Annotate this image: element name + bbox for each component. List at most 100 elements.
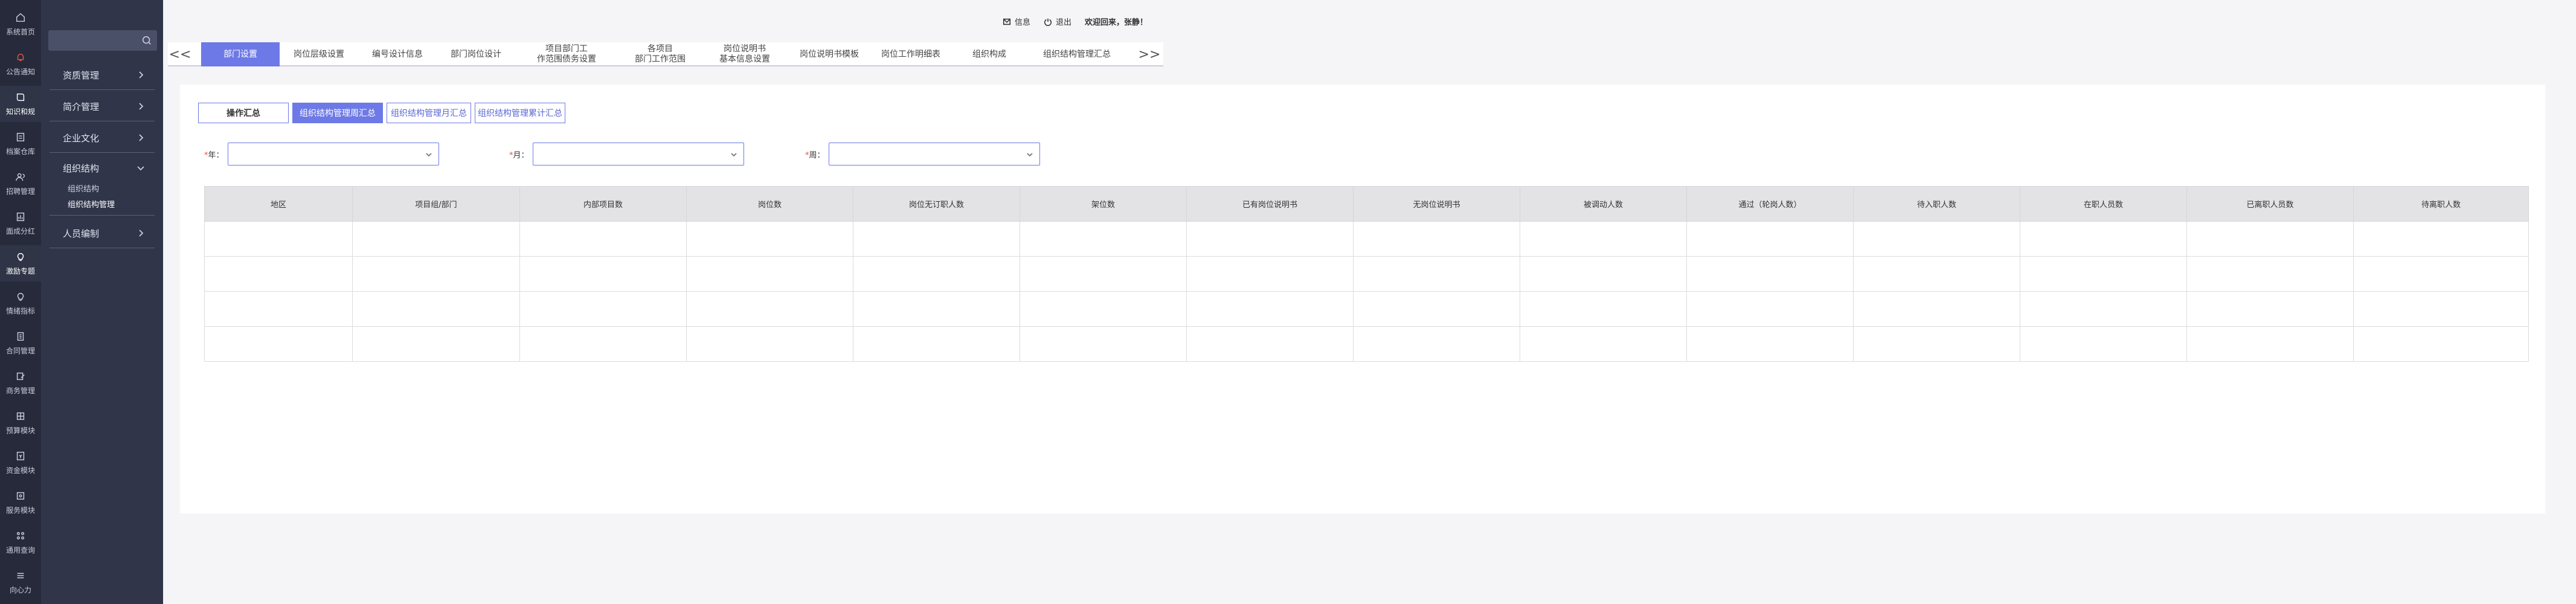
table-cell	[352, 291, 520, 327]
sidebar-item-culture[interactable]: 企业文化	[41, 123, 163, 152]
edit-icon	[16, 372, 25, 380]
rail-item-recruit[interactable]: 招聘管理	[0, 165, 41, 202]
search-icon[interactable]	[141, 35, 152, 46]
logout-link[interactable]: 退出	[1044, 16, 1071, 27]
rail-item-query[interactable]: 通用查询	[0, 524, 41, 561]
divider	[50, 152, 155, 153]
tab-org-management-summary[interactable]: 组织结构管理汇总	[1029, 42, 1125, 66]
tab-label: 部门岗位设计	[451, 49, 501, 59]
sidebar-item-intro[interactable]: 简介管理	[41, 92, 163, 121]
tab-next-button[interactable]: >>	[1137, 42, 1161, 66]
tab-label: 岗位说明书模板	[800, 49, 859, 59]
sidebar-item-org-structure[interactable]: 组织结构	[41, 153, 163, 182]
tab-prev-button[interactable]: <<	[168, 42, 192, 66]
tab-label: 项目部门工	[545, 44, 588, 54]
tab-department-settings[interactable]: 部门设置	[201, 42, 280, 66]
chevron-right-icon	[139, 230, 144, 237]
rail-item-label: 知识和规	[5, 107, 35, 116]
rail-item-label: 公告通知	[5, 67, 35, 76]
rail-item-label: 向心力	[9, 585, 31, 594]
power-icon	[1044, 18, 1052, 26]
table-row	[204, 326, 2529, 362]
table-cell	[1353, 291, 1520, 327]
tab-label: 编号设计信息	[372, 49, 423, 59]
rail-item-budget[interactable]: 预算模块	[0, 405, 41, 441]
rail-item-knowledge[interactable]: 知识和规	[0, 86, 41, 122]
rail-item-cohesion[interactable]: 向心力	[0, 564, 41, 600]
rail-item-funds[interactable]: 资金模块	[0, 445, 41, 481]
table-cell	[1353, 326, 1520, 362]
list-icon	[17, 573, 24, 578]
rail-item-label: 预算模块	[5, 426, 35, 435]
rail-item-archive[interactable]: 档案仓库	[0, 126, 41, 162]
table-cell	[2353, 256, 2529, 292]
submenu-item-org-management[interactable]: 组织结构管理	[68, 198, 115, 210]
table-cell	[519, 256, 687, 292]
tab-project-dept-scope[interactable]: 项目部门工 作范围债务设置	[515, 42, 618, 66]
subtab-operation-summary[interactable]: 操作汇总	[198, 103, 289, 123]
rail-item-contract[interactable]: 合同管理	[0, 325, 41, 361]
rail-item-dividend[interactable]: 面成分红	[0, 205, 41, 242]
chevron-right-icon	[139, 134, 144, 141]
sidebar: 资质管理 简介管理 企业文化 组织结构 组织结构 组织结构管理 人员编制	[41, 0, 163, 604]
week-select[interactable]	[828, 143, 1040, 165]
tab-org-composition[interactable]: 组织构成	[950, 42, 1029, 66]
column-header: 岗位数	[686, 186, 853, 222]
grid-icon	[16, 412, 25, 420]
table-cell	[352, 256, 520, 292]
tab-dept-position-design[interactable]: 部门岗位设计	[437, 42, 515, 66]
table-cell	[2020, 326, 2187, 362]
rail-item-business[interactable]: 商务管理	[0, 365, 41, 401]
column-header: 被调动人数	[1520, 186, 1687, 222]
summary-table: 地区 项目组/部门 内部项目数 岗位数 岗位无订职人数 架位数 已有岗位说明书 …	[204, 186, 2529, 362]
tab-job-description-settings[interactable]: 岗位说明书 基本信息设置	[702, 42, 787, 66]
chart-icon	[16, 212, 25, 221]
rail-item-incentive[interactable]: 激励专题	[0, 245, 41, 281]
sidebar-item-qualification[interactable]: 资质管理	[41, 60, 163, 89]
sidebar-item-label: 组织结构	[63, 162, 100, 174]
rail-item-service[interactable]: 服务模块	[0, 484, 41, 521]
year-select[interactable]	[227, 143, 439, 165]
divider	[50, 215, 155, 216]
tab-label-line2: 作范围债务设置	[537, 54, 596, 64]
table-cell	[1853, 326, 2020, 362]
messages-link[interactable]: 信息	[1003, 16, 1030, 27]
sidebar-item-label: 企业文化	[63, 132, 100, 144]
document-icon	[17, 332, 24, 341]
column-header: 通过（轮岗人数）	[1686, 186, 1854, 222]
table-cell	[853, 221, 1020, 257]
main-content: 操作汇总 组织结构管理周汇总 组织结构管理月汇总 组织结构管理累计汇总 *年： …	[180, 85, 2545, 513]
rail-item-emotion[interactable]: 情绪指标	[0, 285, 41, 321]
tab-label: 部门设置	[223, 49, 257, 59]
table-cell	[2353, 326, 2529, 362]
column-header: 待入职人数	[1853, 186, 2020, 222]
rail-item-label: 档案仓库	[5, 147, 35, 156]
tab-position-level[interactable]: 岗位层级设置	[280, 42, 358, 66]
tab-job-work-detail[interactable]: 岗位工作明细表	[872, 42, 950, 66]
sidebar-item-label: 资质管理	[63, 69, 100, 81]
messages-label: 信息	[1015, 18, 1031, 27]
rail-item-home[interactable]: 系统首页	[0, 6, 41, 42]
table-cell	[1020, 256, 1187, 292]
table-cell	[1020, 326, 1187, 362]
subtab-cumulative-summary[interactable]: 组织结构管理累计汇总	[475, 103, 565, 123]
sidebar-item-staffing[interactable]: 人员编制	[41, 219, 163, 248]
column-header: 项目组/部门	[352, 186, 520, 222]
tab-project-dept-work-scope[interactable]: 各项目 部门工作范围	[618, 42, 702, 66]
table-cell	[1186, 221, 1354, 257]
table-cell	[1020, 221, 1187, 257]
tab-number-design[interactable]: 编号设计信息	[358, 42, 437, 66]
submenu-item-org-structure[interactable]: 组织结构	[68, 182, 99, 194]
subtab-monthly-summary[interactable]: 组织结构管理月汇总	[387, 103, 471, 123]
year-label: *年：	[204, 149, 224, 160]
sidebar-item-label: 简介管理	[63, 101, 100, 112]
tab-label: 岗位工作明细表	[881, 49, 940, 59]
logout-label: 退出	[1056, 18, 1072, 27]
subtab-weekly-summary[interactable]: 组织结构管理周汇总	[292, 103, 383, 123]
tab-job-description-template[interactable]: 岗位说明书模板	[787, 42, 872, 66]
search-input[interactable]	[48, 30, 157, 51]
welcome-text: 欢迎回来，张静！	[1085, 18, 1148, 27]
rail-item-notices[interactable]: 公告通知	[0, 46, 41, 82]
month-select[interactable]	[532, 143, 744, 165]
column-header: 架位数	[1020, 186, 1187, 222]
